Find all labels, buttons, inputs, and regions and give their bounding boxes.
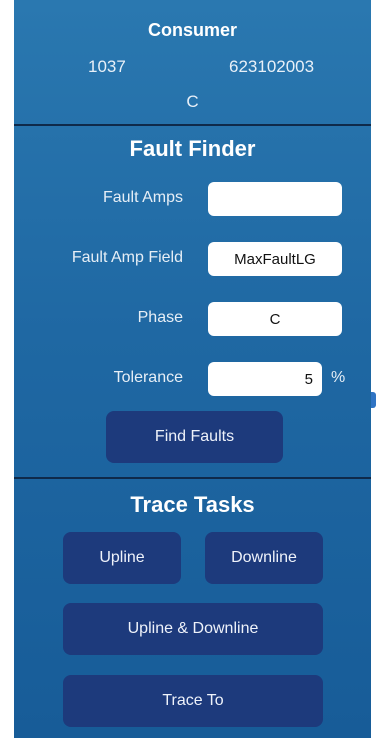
tolerance-input[interactable]: 5	[208, 362, 322, 396]
tolerance-label: Tolerance	[113, 369, 183, 386]
downline-button[interactable]: Downline	[205, 532, 323, 584]
panel-edge-handle[interactable]	[371, 392, 376, 408]
tolerance-unit: %	[331, 369, 346, 386]
trace-tasks-title: Trace Tasks	[130, 492, 255, 517]
phase-label: Phase	[137, 309, 183, 326]
fault-amp-field-label: Fault Amp Field	[71, 249, 183, 266]
tool-panel: Consumer 1037 623102003 C Fault Finder F…	[14, 0, 371, 738]
trace-tasks-section: Trace Tasks Upline Downline Upline & Dow…	[14, 479, 371, 738]
trace-to-button[interactable]: Trace To	[63, 675, 323, 727]
consumer-number: 623102003	[229, 57, 315, 76]
consumer-section: Consumer 1037 623102003 C	[14, 0, 371, 124]
fault-finder-title: Fault Finder	[129, 136, 256, 161]
consumer-phase: C	[186, 92, 199, 111]
find-faults-button[interactable]: Find Faults	[106, 411, 283, 463]
consumer-title: Consumer	[147, 20, 237, 40]
fault-amps-input[interactable]	[208, 182, 342, 216]
fault-finder-section: Fault Finder Fault Amps Fault Amp Field …	[14, 126, 371, 477]
phase-select[interactable]: C	[208, 302, 342, 336]
fault-amp-field-select[interactable]: MaxFaultLG	[208, 242, 342, 276]
upline-downline-button[interactable]: Upline & Downline	[63, 603, 323, 655]
screen: Consumer 1037 623102003 C Fault Finder F…	[0, 0, 377, 738]
consumer-id: 1037	[88, 57, 126, 76]
fault-amps-label: Fault Amps	[102, 189, 183, 206]
upline-button[interactable]: Upline	[63, 532, 181, 584]
